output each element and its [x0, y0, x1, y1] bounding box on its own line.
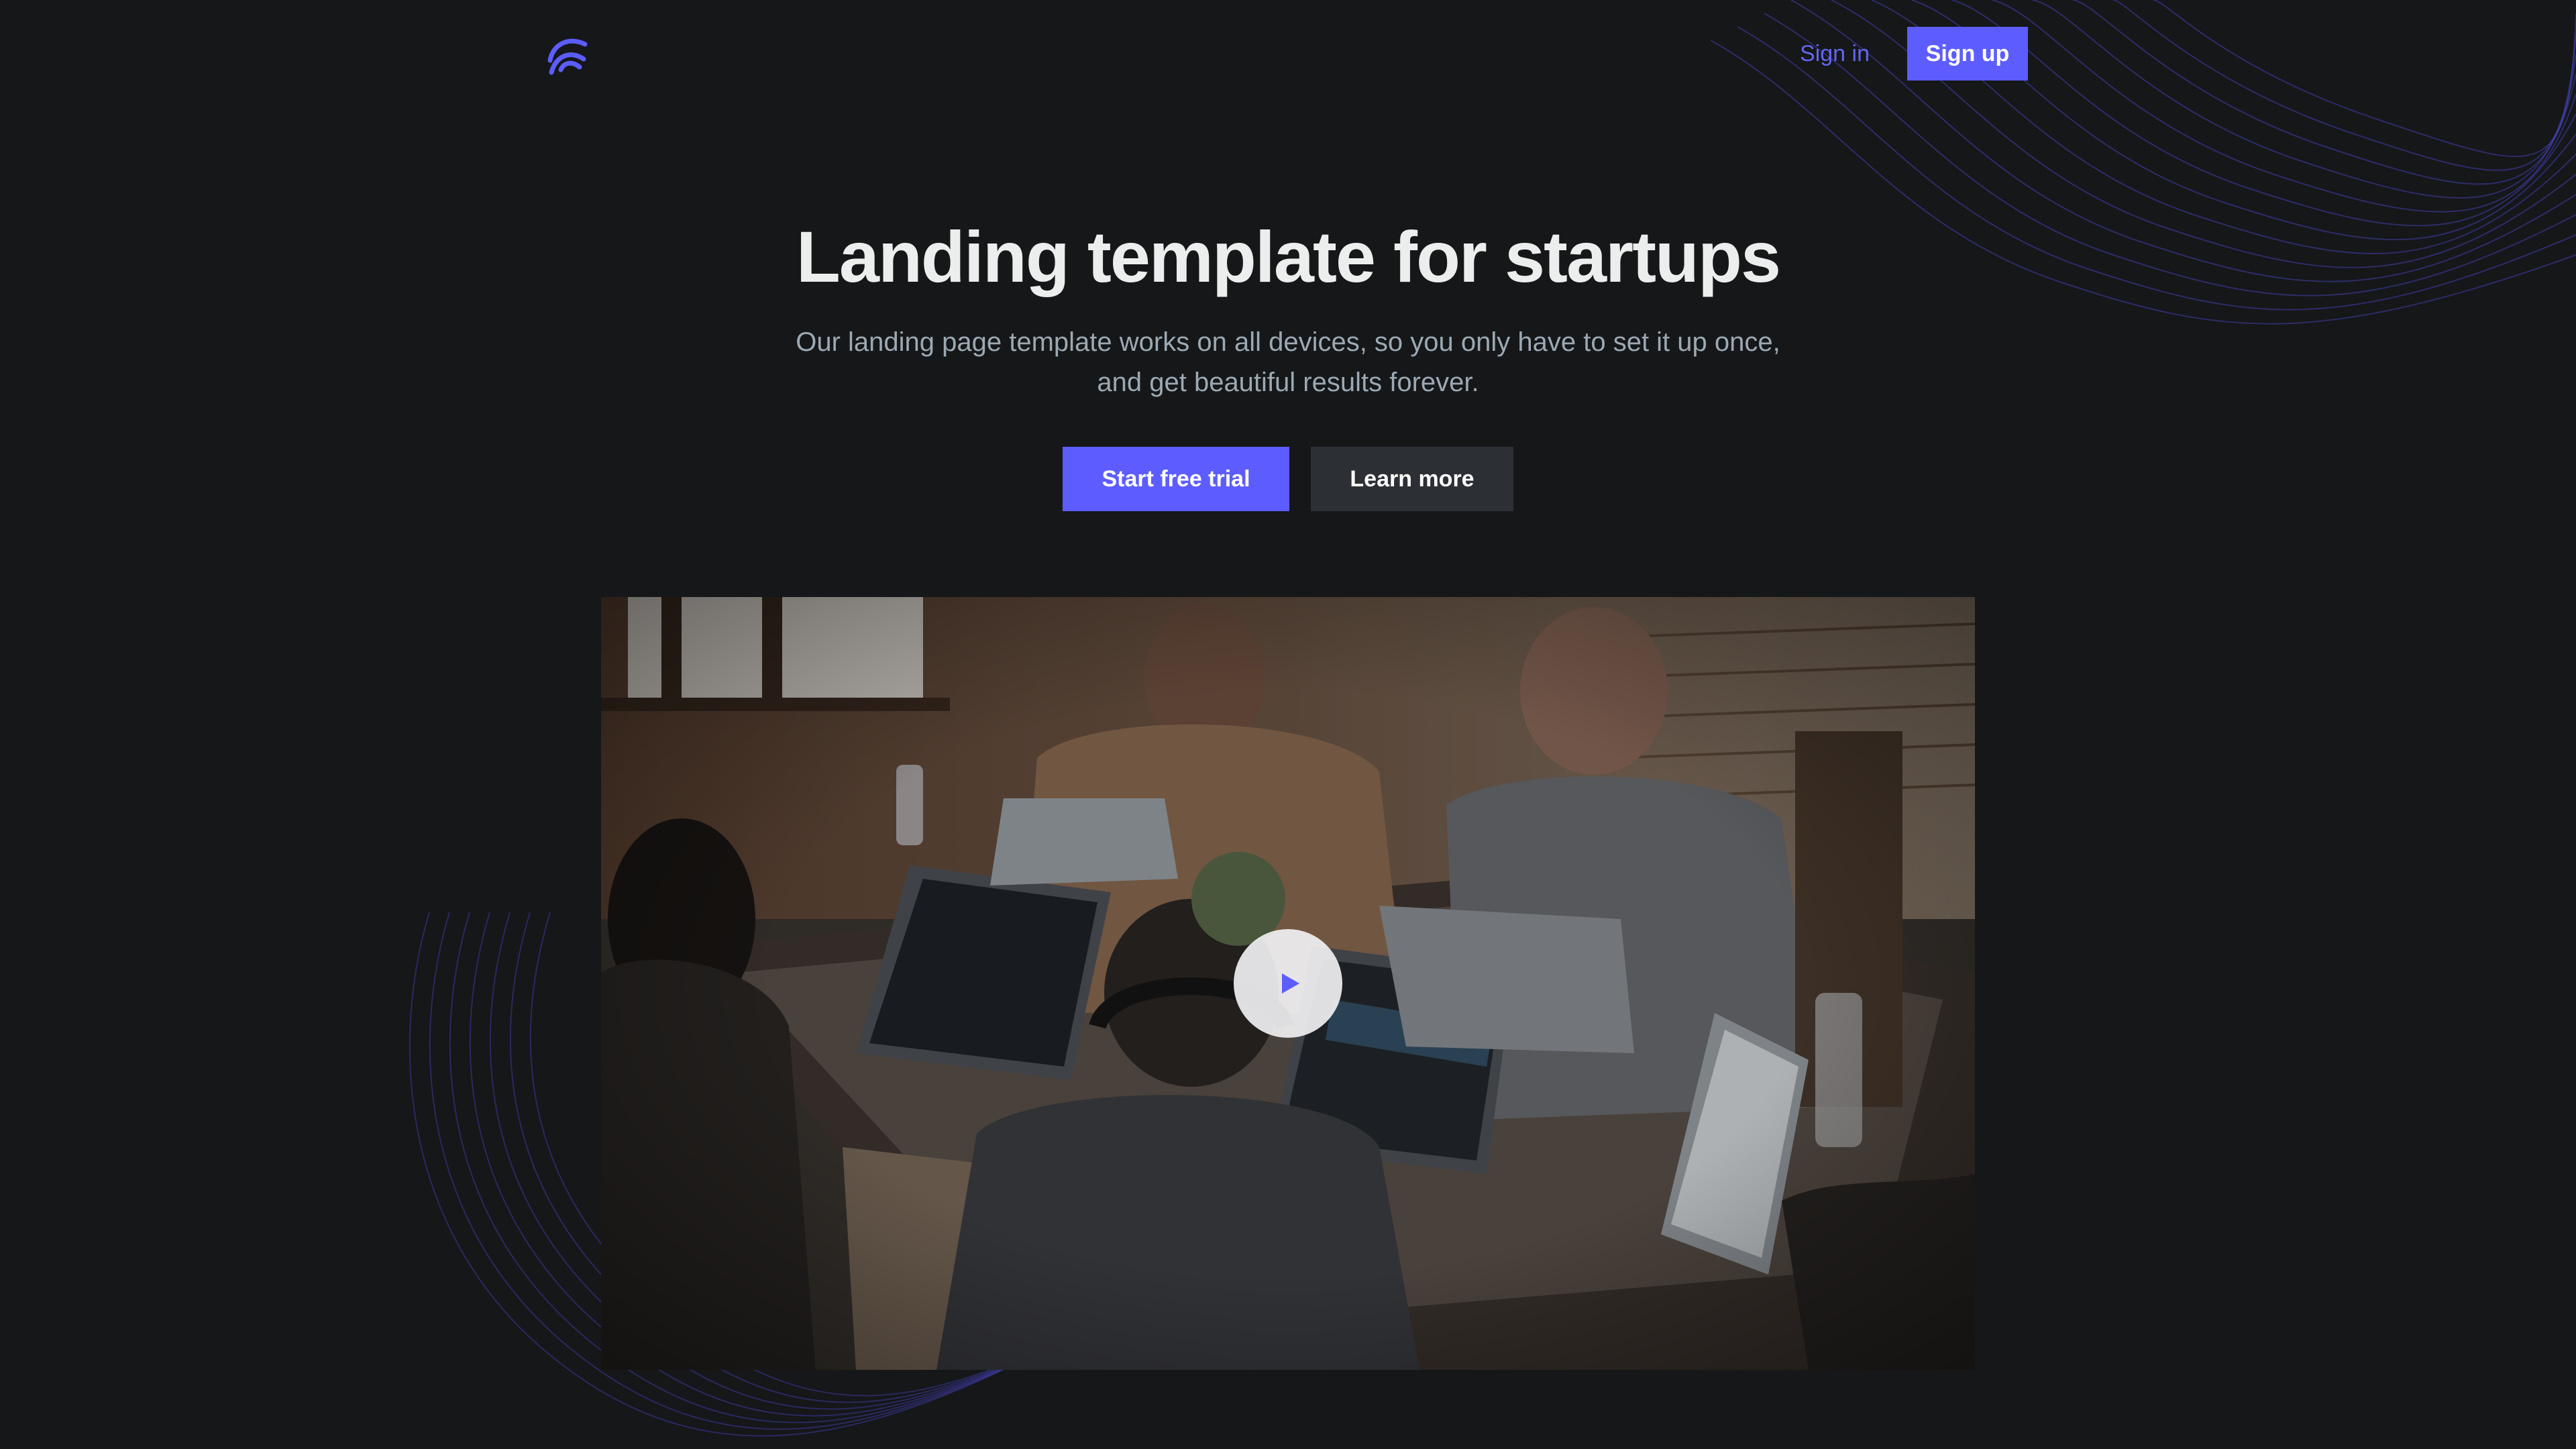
start-free-trial-button[interactable]: Start free trial [1063, 447, 1289, 511]
sign-up-button[interactable]: Sign up [1907, 27, 2028, 80]
sign-in-link[interactable]: Sign in [1784, 38, 1885, 70]
learn-more-button[interactable]: Learn more [1311, 447, 1513, 511]
play-video-button[interactable] [1234, 929, 1342, 1038]
play-icon [1282, 973, 1299, 994]
hero-subtitle-line1: Our landing page template works on all d… [796, 327, 1780, 357]
brand-logo-icon[interactable] [543, 30, 592, 78]
hero-title: Landing template for startups [796, 216, 1781, 297]
hero-subtitle: Our landing page template works on all d… [738, 322, 1838, 402]
hero-subtitle-line2: and get beautiful results forever. [1097, 368, 1479, 397]
site-header: Sign in Sign up [0, 0, 2576, 107]
